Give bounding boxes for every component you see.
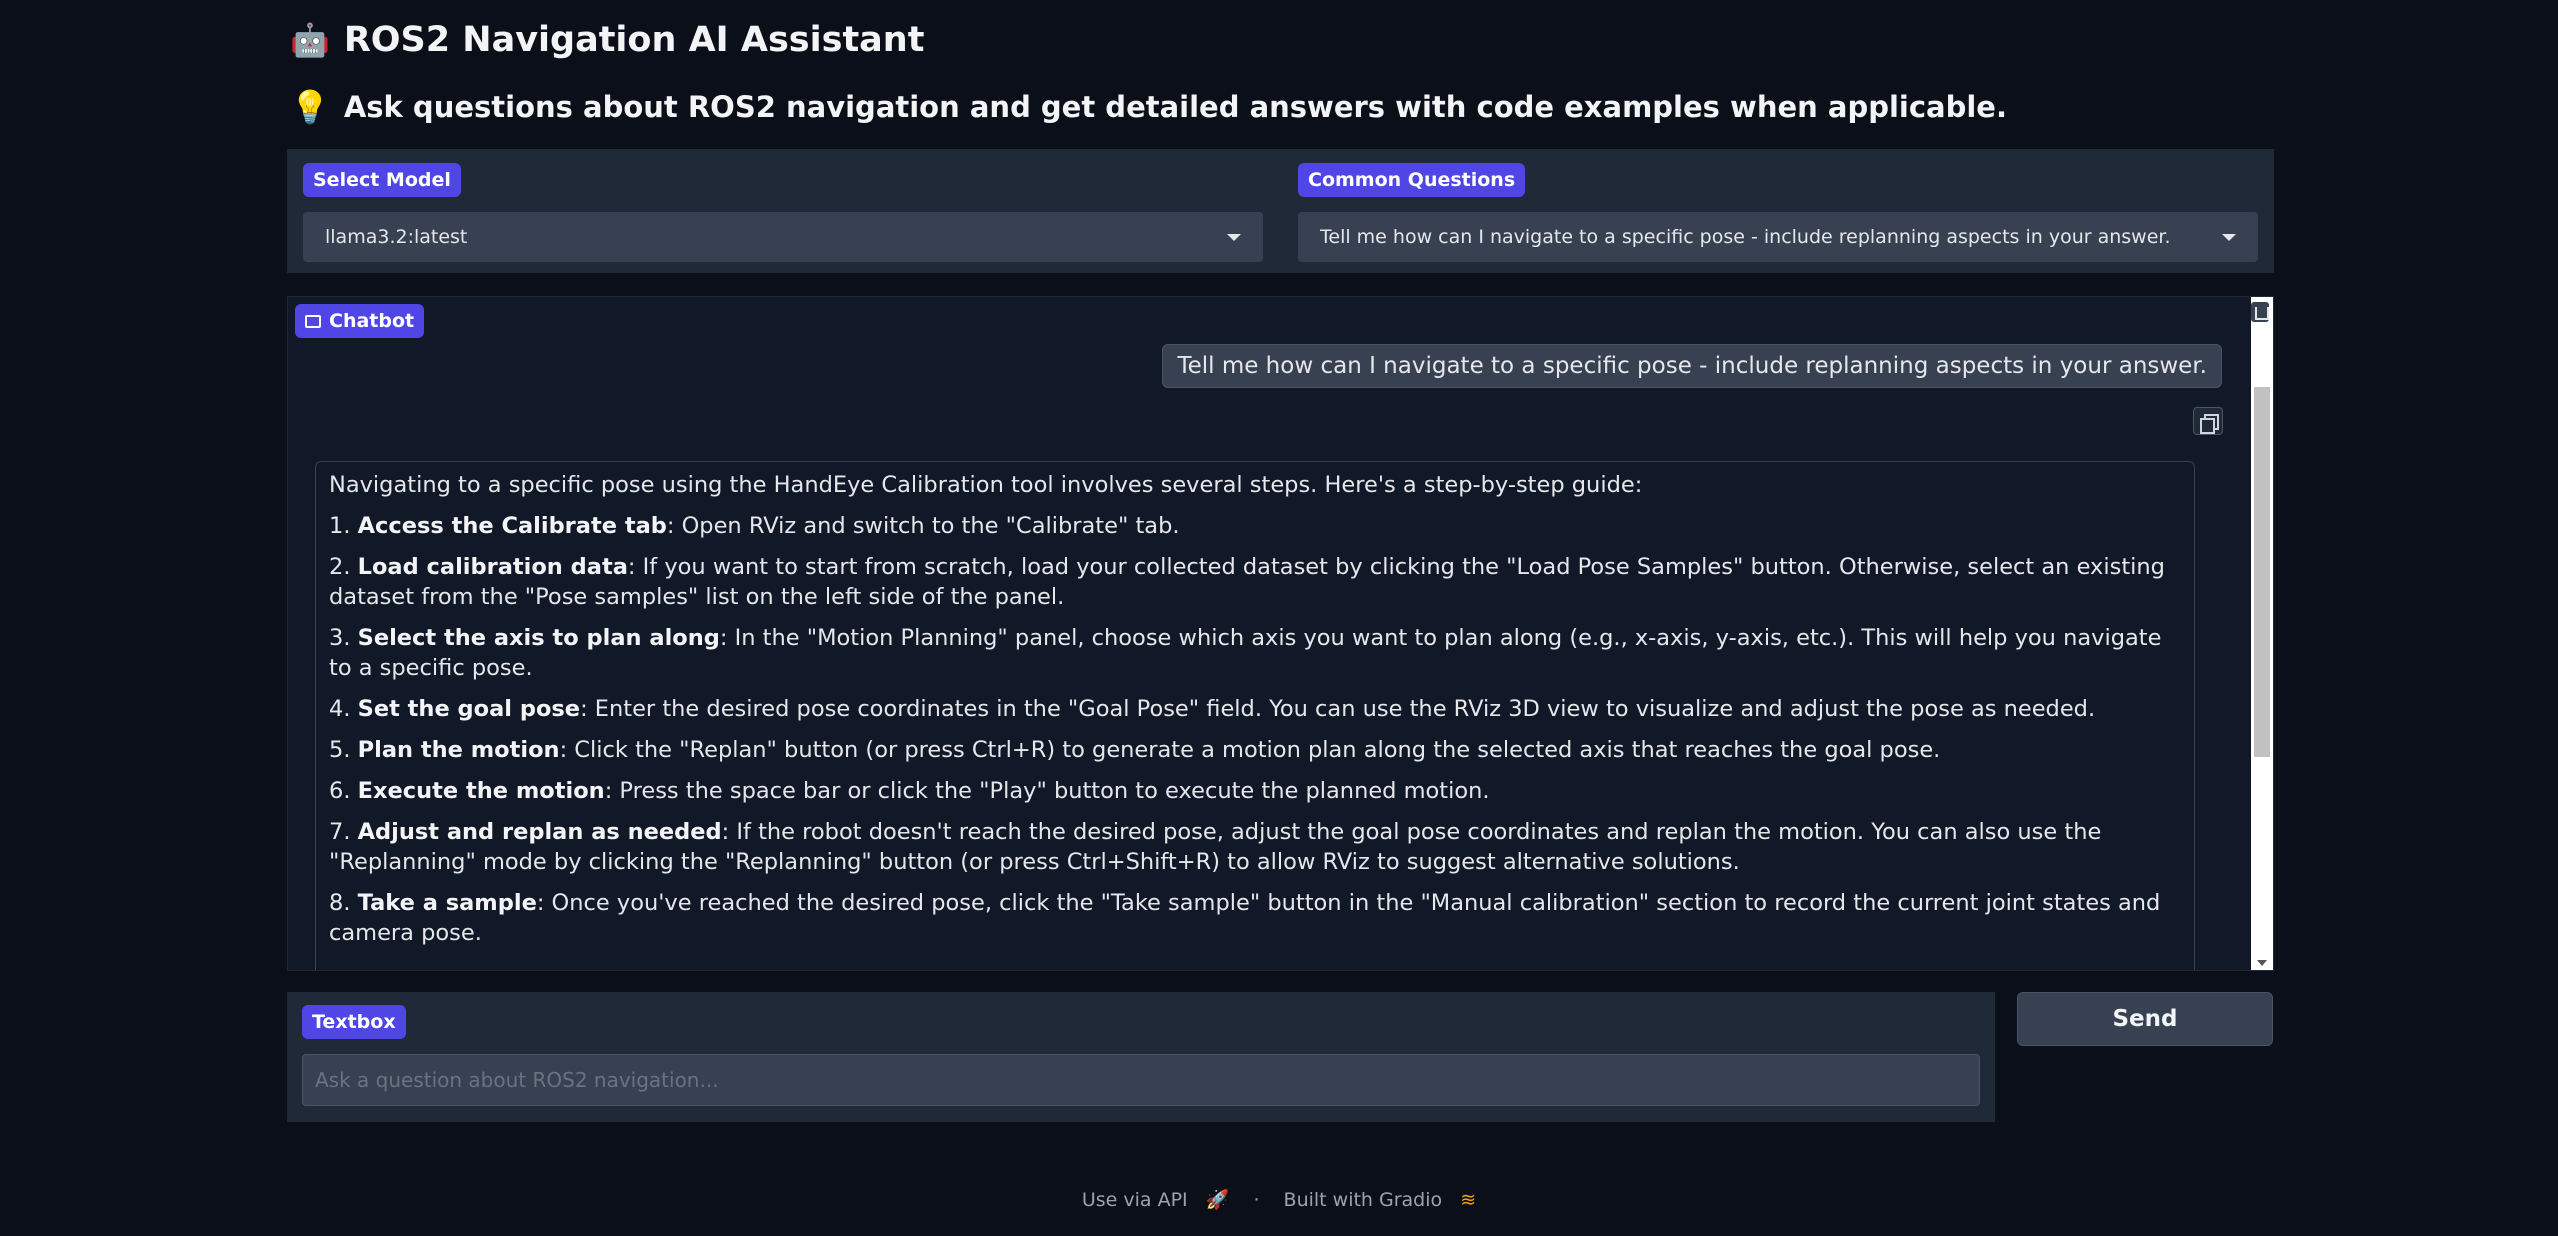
model-dropdown[interactable]: llama3.2:latest (303, 212, 1263, 262)
common-questions-label: Common Questions (1298, 163, 1526, 197)
gradio-logo-icon: ≋ (1460, 1189, 1477, 1211)
page-title: 🤖 ROS2 Navigation AI Assistant (290, 20, 924, 60)
bot-step: 8. Take a sample: Once you've reached th… (329, 890, 2161, 946)
question-input[interactable] (302, 1054, 1980, 1106)
bot-step: 7. Adjust and replan as needed: If the r… (329, 819, 2102, 875)
send-button[interactable]: Send (2017, 992, 2273, 1046)
copy-icon[interactable] (2193, 407, 2223, 435)
chat-scrollbar[interactable] (2251, 297, 2273, 970)
page-subtitle-text: Ask questions about ROS2 navigation and … (343, 90, 2007, 124)
common-questions-dropdown[interactable]: Tell me how can I navigate to a specific… (1298, 212, 2258, 262)
model-dropdown-value: llama3.2:latest (325, 226, 468, 248)
chevron-down-icon (1227, 233, 1241, 241)
bot-step: 4. Set the goal pose: Enter the desired … (329, 696, 2096, 722)
app-root: 🤖 ROS2 Navigation AI Assistant 💡 Ask que… (0, 0, 2558, 1236)
textbox-label: Textbox (302, 1005, 406, 1039)
page-subtitle: 💡 Ask questions about ROS2 navigation an… (290, 88, 2007, 126)
user-message: Tell me how can I navigate to a specific… (1162, 344, 2222, 388)
bot-step: 5. Plan the motion: Click the "Replan" b… (329, 737, 1941, 763)
scrollbar-thumb[interactable] (2254, 387, 2270, 757)
bot-step: 1. Access the Calibrate tab: Open RViz a… (329, 513, 1180, 539)
settings-row: Select Model llama3.2:latest Common Ques… (287, 149, 2274, 273)
footer: Use via API 🚀 · Built with Gradio ≋ (0, 1188, 2558, 1211)
page-title-text: ROS2 Navigation AI Assistant (343, 20, 925, 60)
textbox-panel: Textbox (287, 992, 1995, 1122)
robot-icon: 🤖 (290, 21, 330, 59)
lightbulb-icon: 💡 (290, 88, 330, 126)
bot-message: Navigating to a specific pose using the … (315, 461, 2195, 970)
built-with-gradio-link[interactable]: Built with Gradio ≋ (1278, 1189, 1483, 1211)
bot-step: 3. Select the axis to plan along: In the… (329, 625, 2162, 681)
chatbot-label: Chatbot (295, 304, 425, 338)
common-questions-dropdown-value: Tell me how can I navigate to a specific… (1320, 226, 2171, 248)
use-via-api-link[interactable]: Use via API 🚀 (1076, 1189, 1236, 1211)
rocket-icon: 🚀 (1205, 1189, 1230, 1211)
scroll-down-icon[interactable] (2257, 960, 2267, 966)
bot-message-intro: Navigating to a specific pose using the … (329, 472, 1643, 498)
footer-separator: · (1253, 1189, 1260, 1211)
bot-step: 2. Load calibration data: If you want to… (329, 554, 2165, 610)
chat-icon (305, 314, 321, 328)
trash-icon[interactable] (2251, 302, 2269, 322)
chevron-down-icon (2222, 233, 2236, 241)
chatbot-label-text: Chatbot (329, 310, 415, 332)
select-model-label: Select Model (303, 163, 461, 197)
chatbot-panel: Chatbot Tell me how can I navigate to a … (287, 296, 2274, 971)
bot-step: 6. Execute the motion: Press the space b… (329, 778, 1490, 804)
